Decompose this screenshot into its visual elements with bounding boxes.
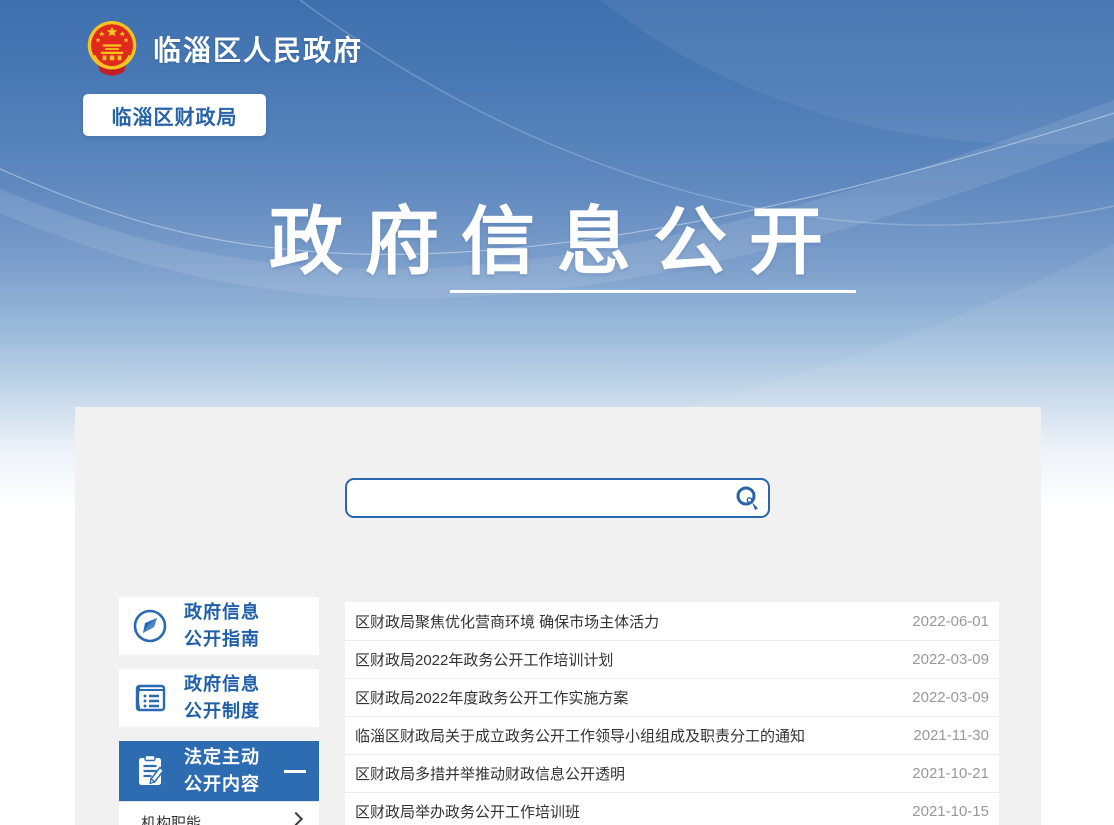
article-date: 2022-03-09 [912,689,989,706]
list-item[interactable]: 区财政局聚焦优化营商环境 确保市场主体活力 2022-06-01 [345,602,999,640]
minus-icon [284,770,306,773]
article-date: 2022-03-09 [912,651,989,668]
clipboard-pencil-icon [130,751,170,791]
article-link[interactable]: 临淄区财政局关于成立政务公开工作领导小组组成及职责分工的通知 [355,725,805,746]
list-item[interactable]: 区财政局多措并举推动财政信息公开透明 2021-10-21 [345,754,999,792]
sidebar-subitem-org-functions[interactable]: 机构职能 [119,801,319,825]
article-list: 区财政局聚焦优化营商环境 确保市场主体活力 2022-06-01 区财政局202… [345,602,999,825]
national-emblem-icon [84,20,140,78]
article-link[interactable]: 区财政局举办政务公开工作培训班 [355,801,580,822]
list-item[interactable]: 区财政局2022年政务公开工作培训计划 2022-03-09 [345,640,999,678]
site-title: 临淄区人民政府 [153,29,363,69]
subitem-label: 机构职能 [141,812,201,825]
search-input[interactable] [345,478,770,518]
article-date: 2021-10-21 [912,765,989,782]
sidebar-item-label: 法定主动 公开内容 [184,744,260,798]
page: 临淄区人民政府 临淄区财政局 政府信息公开 [0,0,1114,825]
list-item[interactable]: 临淄区财政局关于成立政务公开工作领导小组组成及职责分工的通知 2021-11-3… [345,716,999,754]
page-title: 政府信息公开 [0,182,1114,289]
article-link[interactable]: 区财政局多措并举推动财政信息公开透明 [355,763,625,784]
article-date: 2021-10-15 [912,803,989,820]
sidebar-item-gov-info-guide[interactable]: 政府信息 公开指南 [119,597,319,655]
page-title-underline [450,290,856,293]
chevron-right-icon [289,811,303,825]
sidebar-item-statutory-disclosure[interactable]: 法定主动 公开内容 [119,741,319,801]
search-icon [734,485,761,512]
search-button[interactable] [730,482,764,514]
sidebar: 政府信息 公开指南 政府信息 公开制度 [119,597,319,825]
site-brand-link[interactable]: 临淄区人民政府 [84,20,363,78]
article-date: 2022-06-01 [912,613,989,630]
sidebar-item-label: 政府信息 公开制度 [184,671,260,725]
article-link[interactable]: 区财政局2022年度政务公开工作实施方案 [355,687,628,708]
article-link[interactable]: 区财政局2022年政务公开工作培训计划 [355,649,613,670]
list-item[interactable]: 区财政局2022年度政务公开工作实施方案 2022-03-09 [345,678,999,716]
sidebar-item-gov-info-system[interactable]: 政府信息 公开制度 [119,669,319,727]
content-panel: 政府信息 公开指南 政府信息 公开制度 [75,407,1041,825]
article-link[interactable]: 区财政局聚焦优化营商环境 确保市场主体活力 [355,611,659,632]
sidebar-item-label: 政府信息 公开指南 [184,599,260,653]
ledger-list-icon [130,678,170,718]
search-bar [345,478,770,518]
list-item[interactable]: 区财政局举办政务公开工作培训班 2021-10-15 [345,792,999,825]
compass-icon [130,606,170,646]
bureau-button[interactable]: 临淄区财政局 [83,94,266,136]
article-date: 2021-11-30 [913,727,989,744]
